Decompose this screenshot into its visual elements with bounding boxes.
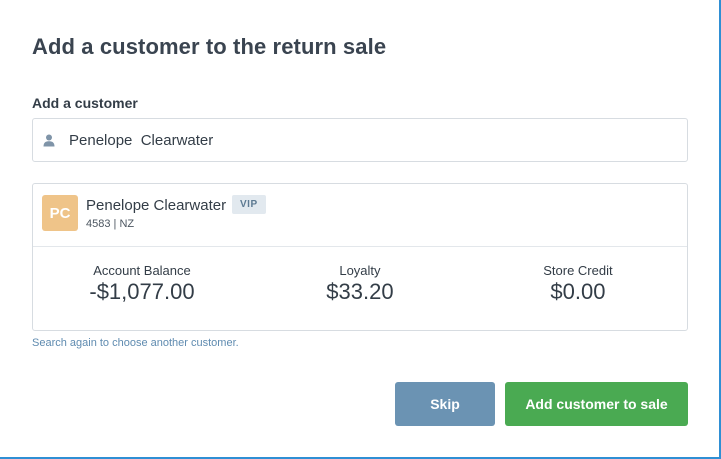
stat-value: $0.00 <box>550 279 606 304</box>
avatar: PC <box>42 195 78 231</box>
customer-stats: Account Balance -$1,077.00 Loyalty $33.2… <box>33 247 687 331</box>
add-customer-dialog: Add a customer to the return sale Add a … <box>0 0 721 459</box>
stat-account-balance: Account Balance -$1,077.00 <box>33 247 251 331</box>
customer-name: Penelope Clearwater <box>86 197 227 214</box>
customer-card: PC Penelope Clearwater VIP 4583 | NZ Acc… <box>32 183 688 331</box>
stat-value: -$1,077.00 <box>89 279 195 304</box>
stat-label: Store Credit <box>543 263 613 278</box>
customer-code-region: 4583 | NZ <box>86 218 135 230</box>
dialog-title: Add a customer to the return sale <box>32 34 387 59</box>
search-again-hint: Search again to choose another customer. <box>32 337 239 349</box>
add-customer-to-sale-button[interactable]: Add customer to sale <box>505 382 688 426</box>
skip-button[interactable]: Skip <box>395 382 495 426</box>
add-customer-label: Add a customer <box>32 95 138 111</box>
customer-search-input[interactable] <box>69 125 629 155</box>
stat-loyalty: Loyalty $33.20 <box>251 247 469 331</box>
vip-badge: VIP <box>232 195 266 214</box>
customer-search-field[interactable] <box>32 118 688 162</box>
customer-summary: PC Penelope Clearwater VIP 4583 | NZ <box>33 184 687 247</box>
stat-store-credit: Store Credit $0.00 <box>469 247 687 331</box>
stat-value: $33.20 <box>326 279 394 304</box>
stat-label: Loyalty <box>339 263 381 278</box>
stat-label: Account Balance <box>93 263 191 278</box>
person-icon <box>43 134 55 147</box>
